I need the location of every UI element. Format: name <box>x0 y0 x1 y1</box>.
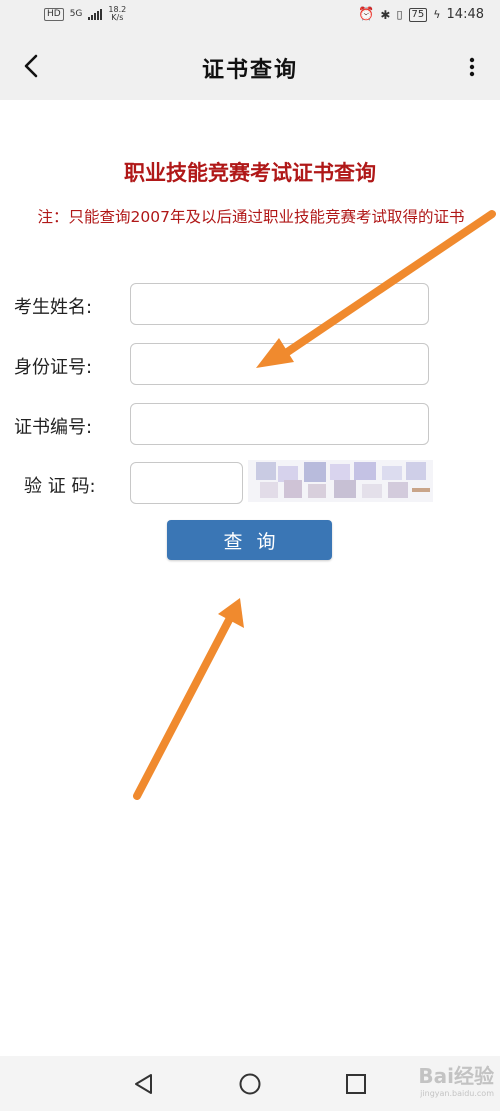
watermark: Bai经验 jingyan.baidu.com <box>418 1060 494 1098</box>
app-bar: 证书查询 <box>0 34 500 100</box>
search-button[interactable]: 查询 <box>167 520 332 560</box>
net-speed-unit: K/s <box>111 13 124 22</box>
hd-icon: HD <box>44 7 64 21</box>
id-number-row: 身份证号: <box>0 343 500 389</box>
net-speed: 18.2 K/s <box>108 6 126 22</box>
more-vertical-icon <box>469 57 475 77</box>
name-label: 考生姓名: <box>14 297 93 318</box>
watermark-text: Bai经验 <box>418 1064 494 1088</box>
charging-icon: ϟ <box>433 8 441 21</box>
more-menu-button[interactable] <box>462 52 482 82</box>
status-left: HD 5G 18.2 K/s <box>44 6 126 22</box>
circle-home-icon[interactable] <box>236 1070 264 1098</box>
id-number-input[interactable] <box>130 343 429 385</box>
status-bar: HD 5G 18.2 K/s ⏰ ✱ ▯ 75 ϟ 14:48 <box>0 0 500 34</box>
certificate-number-input[interactable] <box>130 403 429 445</box>
triangle-back-icon[interactable] <box>130 1070 158 1098</box>
signal-icon <box>88 8 103 20</box>
captcha-row: 验 证 码: <box>0 460 500 508</box>
form-heading: 职业技能竞赛考试证书查询 <box>124 161 376 185</box>
arrow-to-search-button <box>133 598 244 800</box>
captcha-input[interactable] <box>130 462 243 504</box>
status-time: 14:48 <box>446 7 484 22</box>
id-number-label: 身份证号: <box>14 357 93 378</box>
battery-icon: 75 <box>408 7 428 22</box>
vibrate-icon: ▯ <box>396 8 403 21</box>
page-title: 证书查询 <box>201 58 298 83</box>
captcha-label: 验 证 码: <box>24 476 96 497</box>
alarm-icon: ⏰ <box>358 7 375 22</box>
square-recents-icon[interactable] <box>342 1070 370 1098</box>
form-note: 注：只能查询2007年及以后通过职业技能竞赛考试取得的证书 <box>37 208 465 226</box>
bluetooth-icon: ✱ <box>380 7 391 22</box>
name-row: 考生姓名: <box>0 283 500 329</box>
network-label: 5G <box>69 9 83 19</box>
watermark-subtext: jingyan.baidu.com <box>420 1089 494 1098</box>
certificate-number-row: 证书编号: <box>0 403 500 449</box>
status-right: ⏰ ✱ ▯ 75 ϟ 14:48 <box>358 7 484 22</box>
certificate-number-label: 证书编号: <box>14 417 93 438</box>
name-input[interactable] <box>130 283 429 325</box>
captcha-image[interactable] <box>248 460 433 502</box>
